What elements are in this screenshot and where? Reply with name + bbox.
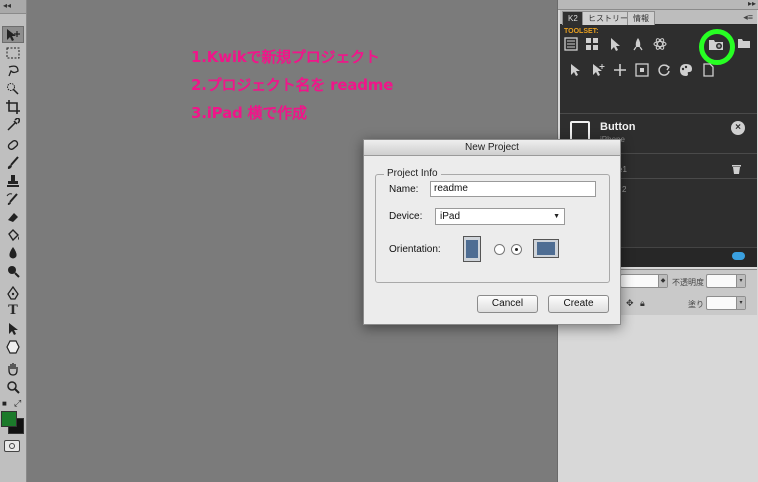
- atom-icon[interactable]: [652, 37, 668, 53]
- crop-tool-icon[interactable]: [2, 98, 24, 115]
- blur-tool-icon[interactable]: [2, 244, 24, 261]
- ipad-landscape-icon[interactable]: [533, 239, 559, 258]
- cancel-button[interactable]: Cancel: [477, 295, 538, 313]
- annotation-step-2: 2.プロジェクト名を readme: [191, 76, 394, 94]
- grid-list-icon[interactable]: [584, 37, 600, 53]
- quick-select-tool-icon[interactable]: [2, 80, 24, 97]
- move-lock-icon[interactable]: ✥: [626, 298, 634, 309]
- lasso-tool-icon[interactable]: [2, 62, 24, 79]
- tab-k2[interactable]: K2: [562, 11, 584, 25]
- device-select[interactable]: iPad ▼: [435, 208, 565, 225]
- lock-icon[interactable]: 🔒︎: [640, 298, 645, 309]
- collapse-icon[interactable]: ◂◂: [3, 1, 11, 10]
- panel-tabs: K2 ヒストリー 情報 ◂≡: [560, 10, 757, 25]
- project-name-input[interactable]: readme: [430, 181, 596, 197]
- zoom-tool-icon[interactable]: [2, 378, 24, 395]
- pointer-plus-icon[interactable]: [568, 63, 584, 79]
- type-tool-icon[interactable]: T: [2, 302, 24, 319]
- eyedropper-tool-icon[interactable]: [2, 116, 24, 133]
- device-select-value: iPad: [440, 211, 461, 222]
- fill-label: 塗り: [688, 300, 704, 309]
- panel-dock-header: ▸▸: [558, 0, 758, 10]
- move-cross-icon[interactable]: [612, 63, 628, 79]
- path-select-tool-icon[interactable]: [2, 320, 24, 337]
- refresh-icon[interactable]: [656, 63, 672, 79]
- row-2-text: 2: [622, 185, 627, 194]
- project-info-legend: Project Info: [384, 168, 441, 179]
- panel-divider: [560, 113, 757, 114]
- quick-mask-icon[interactable]: [4, 440, 20, 452]
- portrait-radio[interactable]: [494, 244, 505, 255]
- document-icon[interactable]: [700, 63, 716, 79]
- healing-brush-tool-icon[interactable]: [2, 136, 24, 153]
- collapse-dock-icon[interactable]: ▸▸: [748, 0, 756, 8]
- book-icon[interactable]: [563, 37, 579, 53]
- tools-panel-header[interactable]: ◂◂: [0, 0, 26, 14]
- name-label: Name:: [389, 184, 419, 195]
- tab-info[interactable]: 情報: [627, 11, 655, 25]
- foreground-color-swatch[interactable]: [1, 411, 17, 427]
- annotation-step-1: 1.Kwikで新規プロジェクト: [191, 48, 380, 66]
- default-colors-icon[interactable]: ■: [2, 399, 7, 408]
- history-brush-tool-icon[interactable]: [2, 190, 24, 207]
- chevron-down-icon: ▼: [553, 213, 560, 220]
- pen-tool-icon[interactable]: [2, 284, 24, 301]
- ipad-portrait-icon[interactable]: [463, 236, 481, 262]
- brush-tool-icon[interactable]: [2, 154, 24, 171]
- panel-menu-icon[interactable]: ◂≡: [743, 12, 753, 23]
- eraser-tool-icon[interactable]: [2, 208, 24, 225]
- folder-icon[interactable]: [738, 37, 750, 53]
- fill-input[interactable]: ▾: [706, 296, 746, 310]
- trash-icon[interactable]: [731, 163, 742, 178]
- pointer-add-icon[interactable]: [590, 63, 606, 79]
- close-item-icon[interactable]: ×: [731, 121, 745, 135]
- marquee-tool-icon[interactable]: [2, 44, 24, 61]
- device-label: Device:: [389, 211, 423, 222]
- cloud-icon[interactable]: [732, 252, 745, 260]
- paint-bucket-tool-icon[interactable]: [2, 226, 24, 243]
- rocket-icon[interactable]: [630, 37, 646, 53]
- new-project-folder-icon[interactable]: [708, 37, 724, 53]
- orientation-label: Orientation:: [389, 244, 441, 255]
- dodge-tool-icon[interactable]: [2, 262, 24, 279]
- toolset-label: TOOLSET:: [564, 28, 599, 35]
- item-title: Button: [600, 121, 636, 133]
- new-project-dialog: New Project Project Info Name: readme De…: [363, 139, 621, 325]
- shape-tool-icon[interactable]: [2, 338, 24, 355]
- hand-tool-icon[interactable]: [2, 360, 24, 377]
- frame-icon[interactable]: [634, 63, 650, 79]
- landscape-radio[interactable]: [511, 244, 522, 255]
- blend-mode-select[interactable]: ◆: [620, 274, 668, 288]
- move-tool-icon[interactable]: [2, 26, 24, 43]
- swap-colors-icon[interactable]: ⤢: [14, 398, 21, 409]
- opacity-label: 不透明度: [672, 278, 704, 287]
- annotation-step-3: 3.iPad 横で作成: [191, 104, 307, 122]
- clone-stamp-tool-icon[interactable]: [2, 172, 24, 189]
- tools-panel: ◂◂ T ■ ⤢: [0, 0, 27, 482]
- create-button[interactable]: Create: [548, 295, 609, 313]
- dialog-title: New Project: [364, 140, 620, 156]
- opacity-input[interactable]: ▾: [706, 274, 746, 288]
- palette-icon[interactable]: [678, 63, 694, 79]
- pointer-icon[interactable]: [608, 37, 624, 53]
